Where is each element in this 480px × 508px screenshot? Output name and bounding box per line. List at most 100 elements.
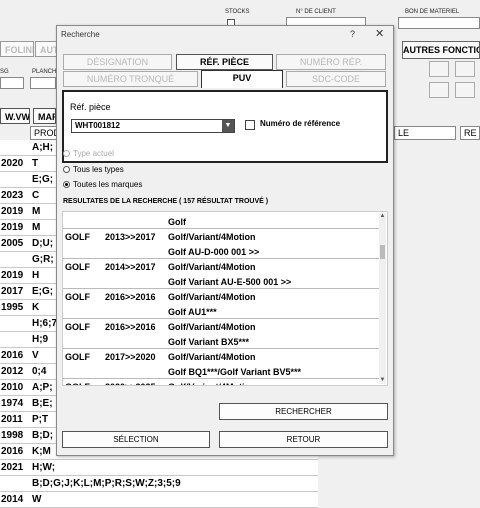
bon-materiel-field[interactable] bbox=[398, 17, 480, 29]
row-year: 2010 bbox=[1, 382, 24, 393]
row-codes: M bbox=[32, 206, 41, 217]
autres-fonctions-button[interactable]: AUTRES FONCTION bbox=[402, 41, 480, 59]
stocks-label: STOCKS bbox=[225, 9, 250, 15]
planch-label: PLANCH bbox=[32, 69, 57, 75]
bg-tab-mar[interactable]: MAR bbox=[33, 108, 56, 124]
bg-tab-wvw[interactable]: W.VW bbox=[0, 108, 30, 124]
row-year: 2017 bbox=[1, 286, 24, 297]
result-make: GOLF bbox=[65, 232, 90, 242]
row-codes: E;G; bbox=[32, 286, 54, 297]
search-dialog: Recherche ? ✕ DÉSIGNATION RÉF. PIÈCE NUM… bbox=[56, 25, 394, 456]
numero-reference-checkbox[interactable] bbox=[245, 120, 255, 130]
row-codes: W bbox=[32, 494, 42, 505]
type-actuel-label: Type actuel bbox=[73, 149, 114, 158]
retour-button[interactable]: RETOUR bbox=[219, 431, 388, 448]
ref-piece-select[interactable]: WHT001812 ▼ bbox=[71, 119, 235, 133]
result-years: 2014>>2017 bbox=[105, 262, 156, 272]
list-item[interactable]: GOLF 2013>>2017 Golf/Variant/4Motion Golf A… bbox=[63, 229, 381, 259]
row-codes: A;H; bbox=[32, 142, 54, 153]
ref-piece-label: Réf. pièce bbox=[70, 102, 111, 112]
key-icon[interactable] bbox=[455, 82, 475, 98]
planch-field[interactable] bbox=[30, 77, 56, 89]
results-title: RESULTATES DE LA RECHERCHE ( 157 RÉSULTA… bbox=[63, 198, 269, 205]
result-line2: Golf AU1*** bbox=[168, 307, 217, 317]
result-make: GOLF bbox=[65, 352, 90, 362]
results-list[interactable]: Golf GOLF 2013>>2017 Golf/Variant/4Motion G… bbox=[62, 211, 388, 386]
list-item[interactable]: Golf bbox=[63, 212, 381, 229]
row-codes: H;6;7 bbox=[32, 318, 58, 329]
radio-tous-types[interactable] bbox=[63, 166, 70, 173]
row-year: 2019 bbox=[1, 222, 24, 233]
row-year: 1995 bbox=[1, 302, 24, 313]
row-codes: E;G; bbox=[32, 174, 54, 185]
ref-piece-value: WHT001812 bbox=[75, 121, 120, 130]
result-years: 2016>>2016 bbox=[105, 322, 156, 332]
list-item[interactable]: GOLF 2016>>2016 Golf/Variant/4Motion Golf A… bbox=[63, 289, 381, 319]
radio-toutes-marques[interactable] bbox=[63, 181, 70, 188]
tab-numero-rep[interactable]: NUMÉRO RÉP. bbox=[276, 54, 386, 70]
right-column-header-2[interactable]: RE bbox=[460, 126, 480, 140]
tab-ref-piece[interactable]: RÉF. PIÈCE bbox=[176, 54, 273, 70]
row-codes: V bbox=[32, 350, 39, 361]
result-line1: Golf/Variant/4Motion bbox=[168, 322, 256, 332]
row-codes: M bbox=[32, 222, 41, 233]
row-codes: B;D;G;J;K;L;M;P;R;S;W;Z;3;5;9 bbox=[32, 478, 181, 489]
tab-sdc-code[interactable]: SDC-CODE bbox=[286, 71, 386, 87]
print-icon[interactable] bbox=[429, 61, 449, 77]
list-item[interactable]: GOLF 2017>>2020 Golf/Variant/4Motion Golf B… bbox=[63, 349, 381, 379]
table-row[interactable]: 2021 H;W; bbox=[0, 460, 318, 476]
tab-numero-tronque[interactable]: NUMÉRO TRONQUÉ bbox=[63, 71, 198, 87]
row-year: 2019 bbox=[1, 206, 24, 217]
row-year: 2021 bbox=[1, 462, 24, 473]
list-item[interactable]: GOLF 2014>>2017 Golf/Variant/4Motion Golf V… bbox=[63, 259, 381, 289]
row-codes: G;R; bbox=[32, 254, 54, 265]
tab-designation[interactable]: DÉSIGNATION bbox=[63, 54, 172, 70]
list-item[interactable]: GOLF 2016>>2016 Golf/Variant/4Motion Golf V… bbox=[63, 319, 381, 349]
result-line1: Golf/Variant/4Motion bbox=[168, 292, 256, 302]
chevron-down-icon[interactable]: ▼ bbox=[222, 120, 234, 132]
calculator-icon[interactable] bbox=[429, 82, 449, 98]
sg-field[interactable] bbox=[0, 77, 24, 89]
sg-label: SG bbox=[0, 69, 9, 75]
result-years: 2013>>2017 bbox=[105, 232, 156, 242]
close-icon[interactable]: ✕ bbox=[375, 27, 384, 40]
radio-type-actuel[interactable] bbox=[63, 150, 70, 157]
result-make: GOLF bbox=[65, 292, 90, 302]
row-year: 1998 bbox=[1, 430, 24, 441]
row-codes: K bbox=[32, 302, 40, 313]
tab-puv[interactable]: PUV bbox=[201, 70, 283, 88]
row-year: 2012 bbox=[1, 366, 24, 377]
results-scrollbar[interactable]: ▲ ▼ bbox=[379, 213, 386, 384]
list-item[interactable]: GOLF 2020>>2025 Golf/Variant/4Motion bbox=[63, 379, 381, 385]
row-codes: P;T bbox=[32, 414, 49, 425]
row-year: 1974 bbox=[1, 398, 24, 409]
dialog-title: Recherche bbox=[61, 30, 100, 39]
tous-types-label: Tous les types bbox=[73, 165, 124, 174]
bg-tab-aut[interactable]: AUT bbox=[35, 41, 57, 57]
result-make: GOLF bbox=[65, 262, 90, 272]
row-codes: H;W; bbox=[32, 462, 56, 473]
row-codes: C bbox=[32, 190, 40, 201]
client-number-label: N° DE CLIENT bbox=[296, 9, 336, 15]
scroll-thumb[interactable] bbox=[380, 245, 385, 259]
scroll-up-icon[interactable]: ▲ bbox=[379, 213, 386, 220]
rechercher-button[interactable]: RECHERCHER bbox=[219, 403, 388, 420]
table-row[interactable]: B;D;G;J;K;L;M;P;R;S;W;Z;3;5;9 bbox=[0, 476, 318, 492]
row-codes: K;M bbox=[32, 446, 51, 457]
bg-tab-foline[interactable]: FOLINE bbox=[0, 41, 34, 57]
result-years: 2017>>2020 bbox=[105, 352, 156, 362]
numero-reference-label: Numéro de référence bbox=[260, 119, 341, 128]
selection-button[interactable]: SÉLECTION bbox=[62, 431, 210, 448]
right-column-header-1[interactable]: LE bbox=[394, 126, 456, 140]
table-row[interactable]: 2014 W bbox=[0, 492, 318, 508]
row-codes: B;D; bbox=[32, 430, 54, 441]
settings-icon[interactable] bbox=[455, 61, 475, 77]
result-line1: Golf/Variant/4Motion bbox=[168, 352, 256, 362]
result-line2: Golf AU-D-000 001 >> bbox=[168, 247, 260, 257]
scroll-down-icon[interactable]: ▼ bbox=[379, 377, 386, 384]
result-make: GOLF bbox=[65, 382, 90, 385]
row-year: 2011 bbox=[1, 414, 23, 425]
help-icon[interactable]: ? bbox=[350, 29, 355, 39]
prod-column-header[interactable]: PROD bbox=[30, 126, 57, 140]
row-codes: B;E; bbox=[32, 398, 53, 409]
